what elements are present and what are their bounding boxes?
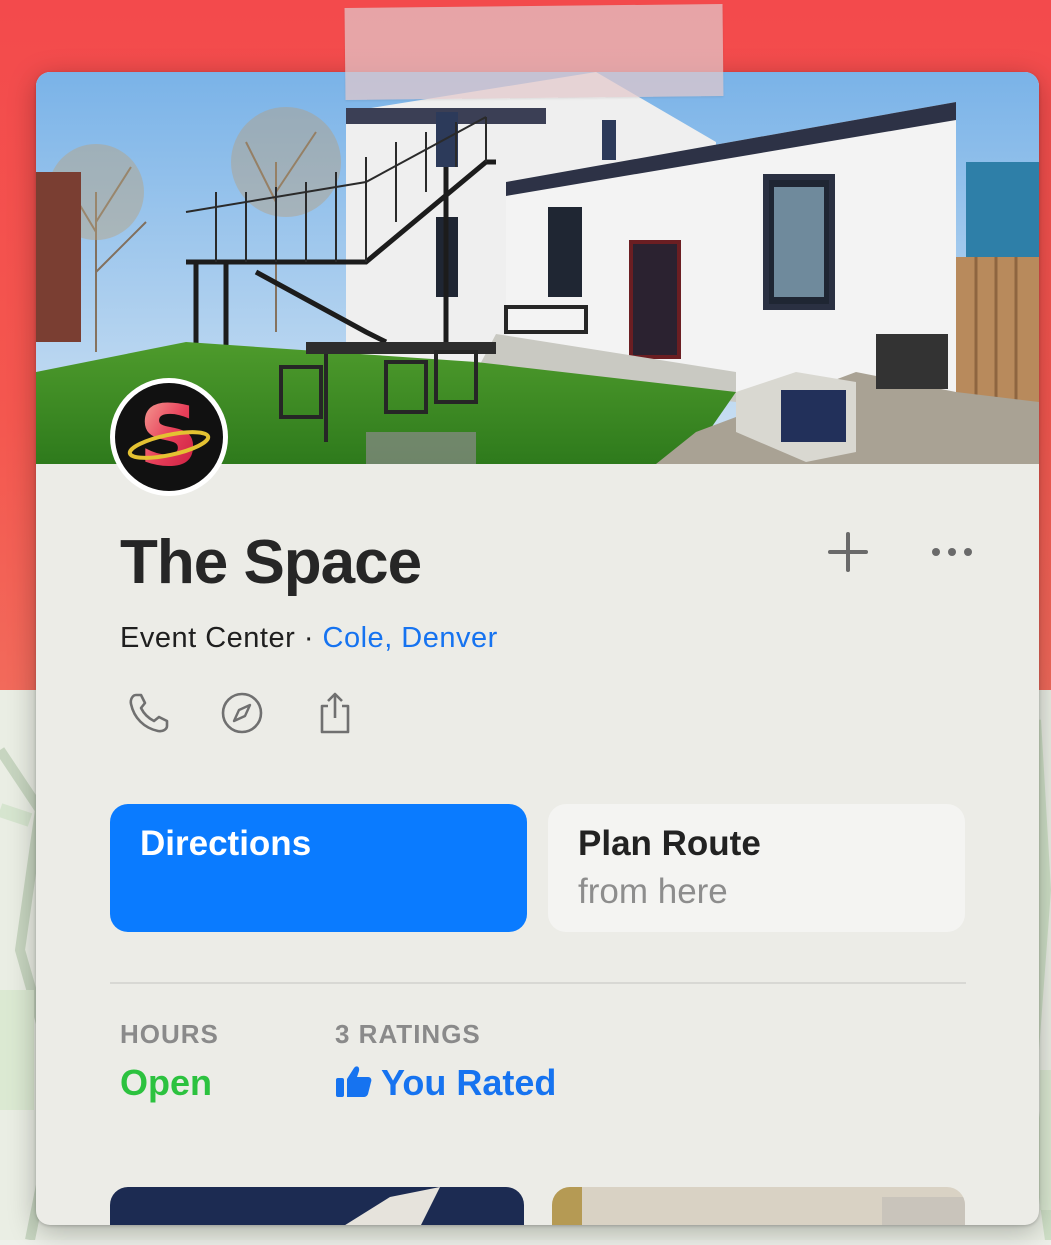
share-icon[interactable]: [312, 690, 358, 736]
directions-label: Directions: [140, 824, 312, 863]
compass-icon[interactable]: [219, 690, 265, 736]
plan-route-label: Plan Route: [578, 824, 761, 863]
thumbs-up-icon: [335, 1064, 373, 1098]
ratings-value-text: You Rated: [381, 1062, 557, 1103]
photo-thumbnail[interactable]: [552, 1187, 965, 1225]
business-logo: S: [110, 378, 228, 496]
location-link[interactable]: Cole, Denver: [323, 622, 498, 654]
plan-route-button[interactable]: Plan Route from here: [548, 804, 965, 932]
place-title: The Space: [120, 528, 422, 597]
ratings-label: 3 RATINGS: [335, 1019, 481, 1049]
subtitle-separator: ·: [295, 622, 323, 654]
ratings-value[interactable]: You Rated: [335, 1062, 556, 1104]
directions-button[interactable]: Directions: [110, 804, 527, 932]
photo-thumbnail[interactable]: [110, 1187, 524, 1225]
place-subtitle: Event Center · Cole, Denver: [120, 622, 498, 655]
ellipsis-icon[interactable]: [930, 530, 974, 574]
plus-icon[interactable]: [826, 530, 870, 574]
tape-strip: [344, 4, 724, 100]
plan-route-sublabel: from here: [578, 872, 728, 911]
phone-icon[interactable]: [126, 690, 172, 736]
place-card: S The Space Event Center · Cole, Denver: [36, 72, 1039, 1225]
hours-value[interactable]: Open: [120, 1062, 212, 1104]
place-category: Event Center: [120, 622, 296, 654]
hours-label: HOURS: [120, 1019, 219, 1049]
section-divider: [110, 982, 966, 984]
